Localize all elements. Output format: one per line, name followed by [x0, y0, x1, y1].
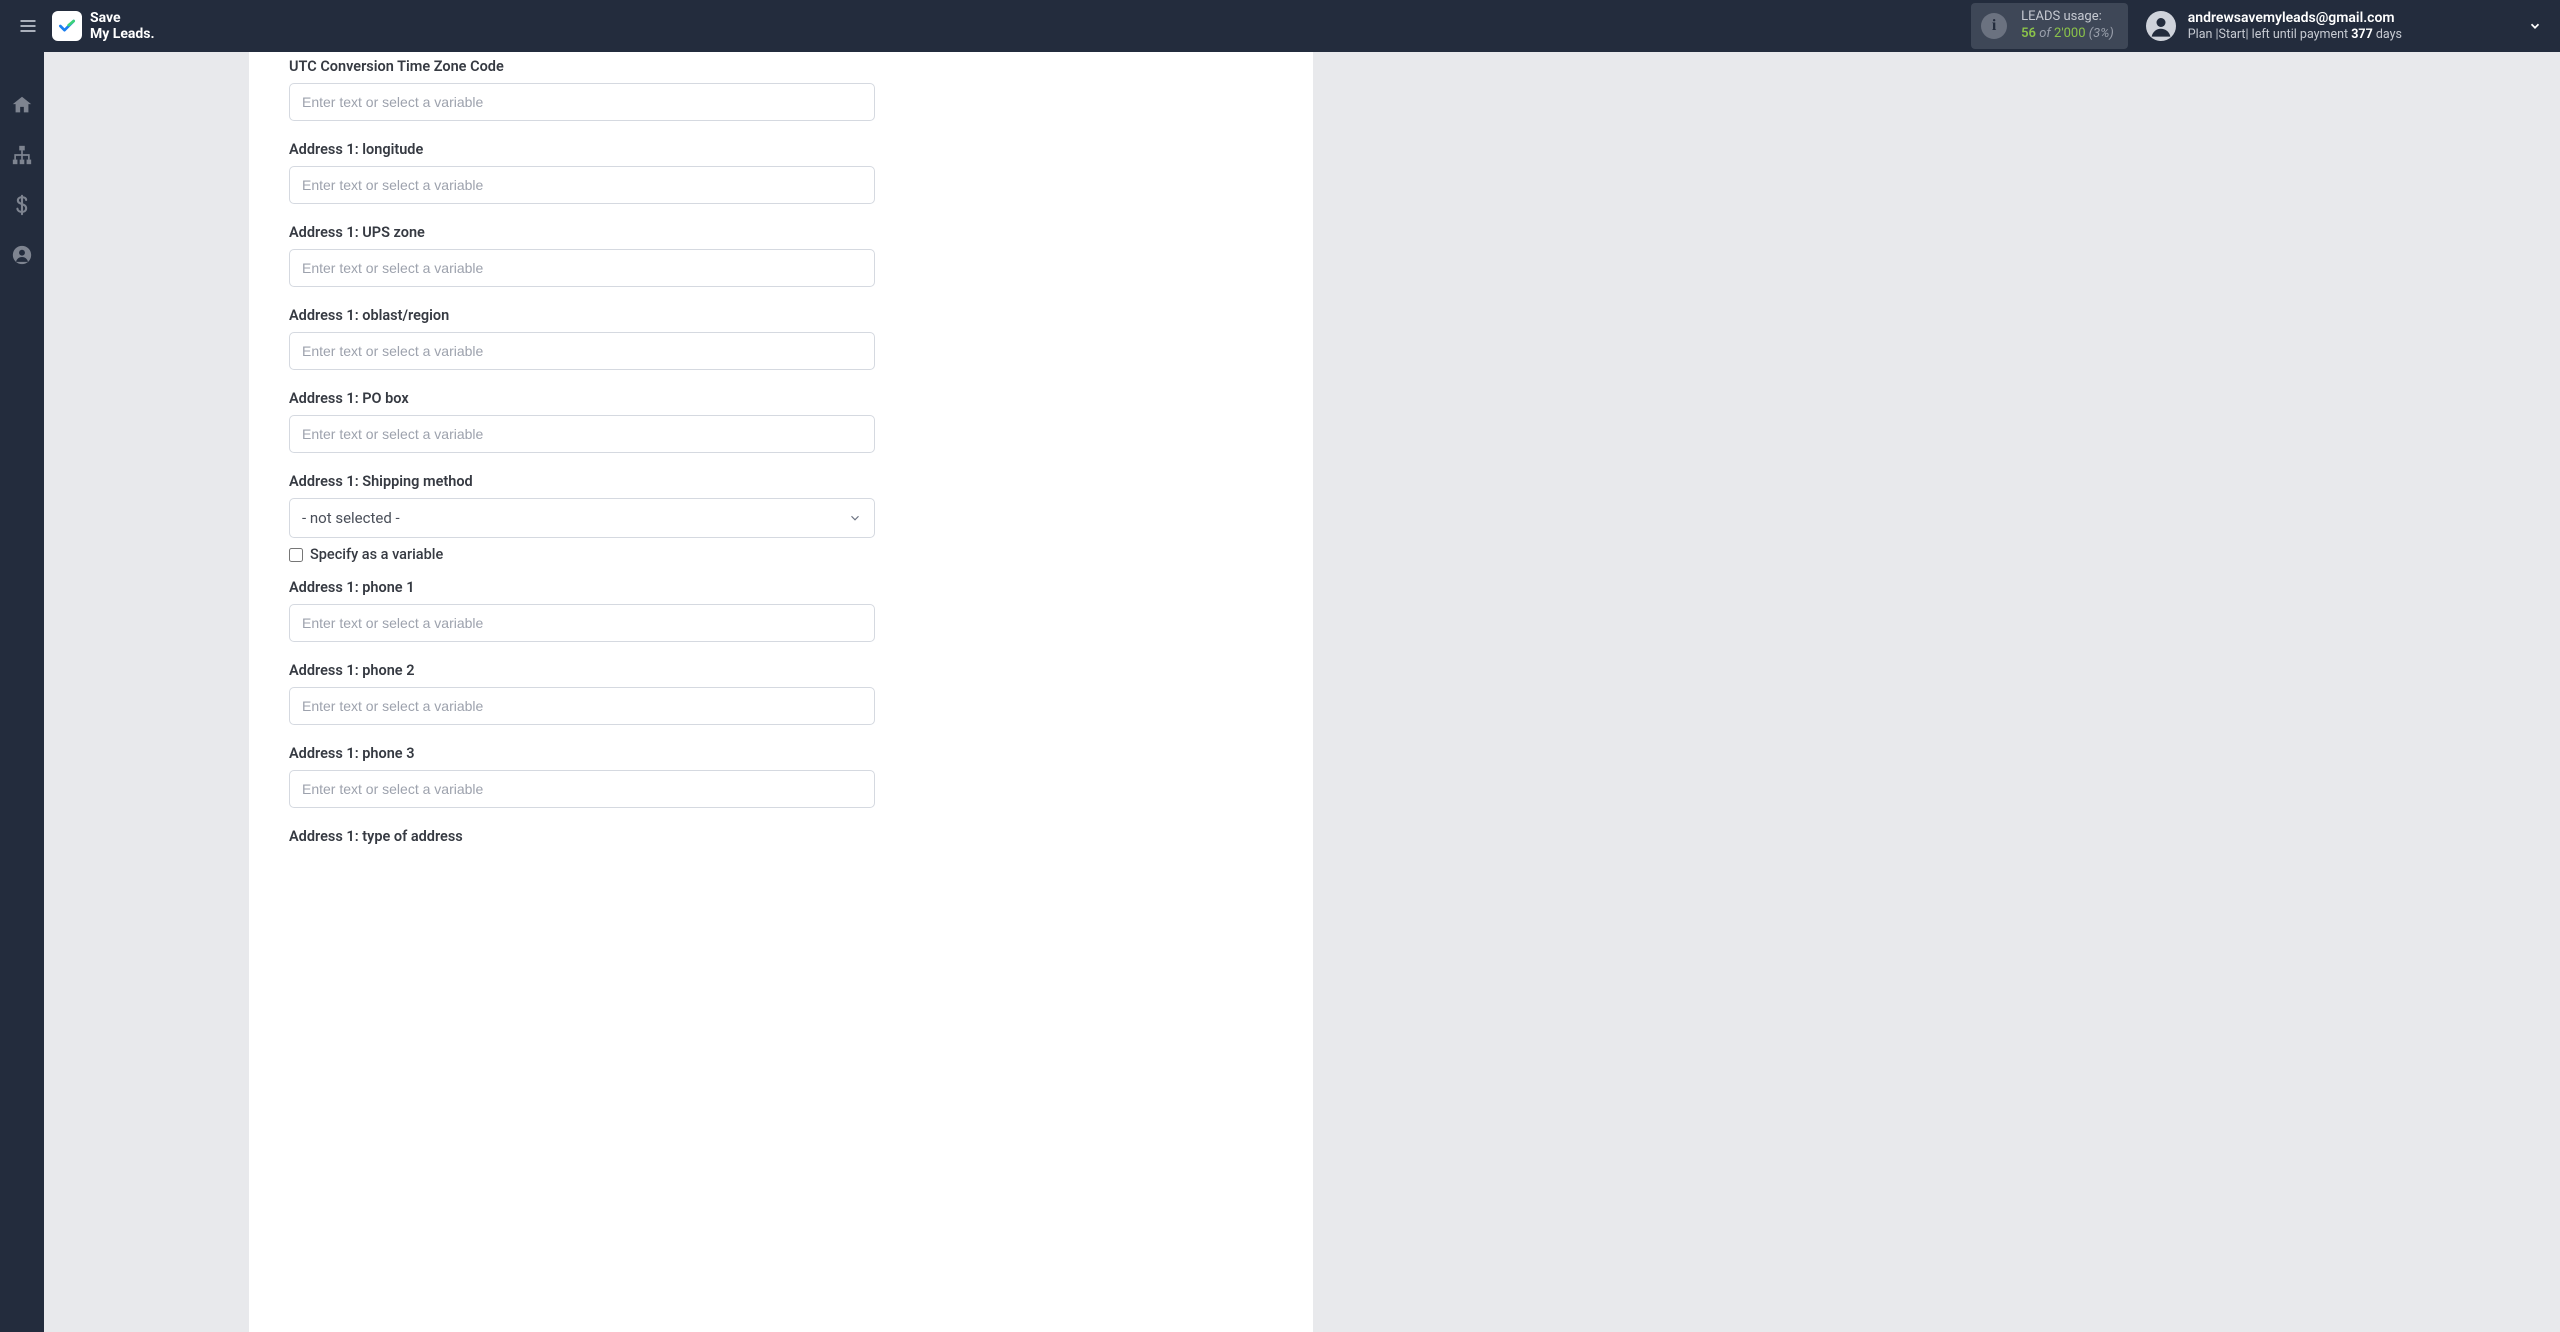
usage-used: 56 — [2021, 26, 2036, 41]
user-plan: Plan |Start| left until payment 377 days — [2188, 27, 2402, 43]
sidebar — [0, 52, 44, 1332]
field-input-address1-ups-zone[interactable] — [289, 249, 875, 287]
sitemap-icon — [11, 144, 33, 166]
user-email: andrewsavemyleads@gmail.com — [2188, 9, 2402, 27]
usage-pct: (3%) — [2089, 26, 2114, 41]
field-address1-phone-2: Address 1: phone 2 — [289, 662, 1273, 725]
checkmark-icon — [57, 16, 77, 36]
info-icon: i — [1981, 13, 2007, 39]
field-label: Address 1: PO box — [289, 390, 1273, 407]
user-menu-button[interactable]: andrewsavemyleads@gmail.com Plan |Start|… — [2146, 9, 2546, 43]
sidebar-item-connections[interactable] — [7, 140, 37, 170]
field-input-address1-longitude[interactable] — [289, 166, 875, 204]
menu-toggle-button[interactable] — [14, 12, 42, 40]
field-input-address1-phone-1[interactable] — [289, 604, 875, 642]
field-address1-shipping-method: Address 1: Shipping method - not selecte… — [289, 473, 1273, 538]
sidebar-item-account[interactable] — [7, 240, 37, 270]
user-circle-icon — [2146, 11, 2176, 41]
user-text: andrewsavemyleads@gmail.com Plan |Start|… — [2188, 9, 2402, 43]
usage-label: LEADS usage: — [2021, 9, 2114, 26]
user-icon — [11, 244, 33, 266]
field-address1-oblast-region: Address 1: oblast/region — [289, 307, 1273, 370]
specify-as-variable-checkbox[interactable] — [289, 548, 303, 562]
chevron-down-icon — [848, 511, 862, 525]
logo-mark — [52, 11, 82, 41]
logo[interactable]: Save My Leads. — [52, 10, 155, 42]
field-label: Address 1: longitude — [289, 141, 1273, 158]
usage-of: of — [2039, 26, 2051, 41]
avatar — [2146, 11, 2176, 41]
header: Save My Leads. i LEADS usage: 56 of 2'00… — [0, 0, 2560, 52]
sidebar-item-billing[interactable] — [7, 190, 37, 220]
user-plan-days: 377 — [2351, 27, 2373, 42]
select-value: - not selected - — [302, 509, 400, 527]
field-utc-conversion-time-zone-code: UTC Conversion Time Zone Code — [289, 58, 1273, 121]
usage-text: LEADS usage: 56 of 2'000 (3%) — [2021, 9, 2114, 43]
field-address1-longitude: Address 1: longitude — [289, 141, 1273, 204]
form-card: UTC Conversion Time Zone Code Address 1:… — [249, 52, 1313, 1332]
field-label: Address 1: phone 1 — [289, 579, 1273, 596]
chevron-down-icon — [2528, 19, 2542, 33]
logo-line2: My Leads. — [90, 26, 155, 42]
user-menu-chevron — [2524, 15, 2546, 37]
field-address1-phone-1: Address 1: phone 1 — [289, 579, 1273, 642]
main-content[interactable]: UTC Conversion Time Zone Code Address 1:… — [44, 52, 2560, 1332]
field-input-address1-phone-2[interactable] — [289, 687, 875, 725]
dollar-icon — [11, 194, 33, 216]
field-label: Address 1: phone 3 — [289, 745, 1273, 762]
field-input-utc-conversion-time-zone-code[interactable] — [289, 83, 875, 121]
field-input-address1-oblast-region[interactable] — [289, 332, 875, 370]
field-address1-type-of-address: Address 1: type of address — [289, 828, 1273, 845]
specify-as-variable-label: Specify as a variable — [310, 546, 443, 563]
usage-total: 2'000 — [2054, 26, 2086, 41]
user-plan-suffix: days — [2373, 27, 2402, 42]
field-label: Address 1: oblast/region — [289, 307, 1273, 324]
user-plan-prefix: Plan |Start| left until payment — [2188, 27, 2351, 42]
sidebar-item-home[interactable] — [7, 90, 37, 120]
field-label: Address 1: type of address — [289, 828, 1273, 845]
menu-icon — [18, 16, 38, 36]
field-address1-ups-zone: Address 1: UPS zone — [289, 224, 1273, 287]
usage-box[interactable]: i LEADS usage: 56 of 2'000 (3%) — [1971, 3, 2128, 49]
specify-as-variable-row[interactable]: Specify as a variable — [289, 546, 1273, 563]
field-input-address1-phone-3[interactable] — [289, 770, 875, 808]
logo-text: Save My Leads. — [90, 10, 155, 42]
field-input-address1-po-box[interactable] — [289, 415, 875, 453]
field-address1-po-box: Address 1: PO box — [289, 390, 1273, 453]
field-label: UTC Conversion Time Zone Code — [289, 58, 1273, 75]
home-icon — [11, 94, 33, 116]
logo-line1: Save — [90, 10, 155, 26]
field-address1-phone-3: Address 1: phone 3 — [289, 745, 1273, 808]
field-label: Address 1: Shipping method — [289, 473, 1273, 490]
field-label: Address 1: UPS zone — [289, 224, 1273, 241]
field-select-address1-shipping-method[interactable]: - not selected - — [289, 498, 875, 538]
field-label: Address 1: phone 2 — [289, 662, 1273, 679]
